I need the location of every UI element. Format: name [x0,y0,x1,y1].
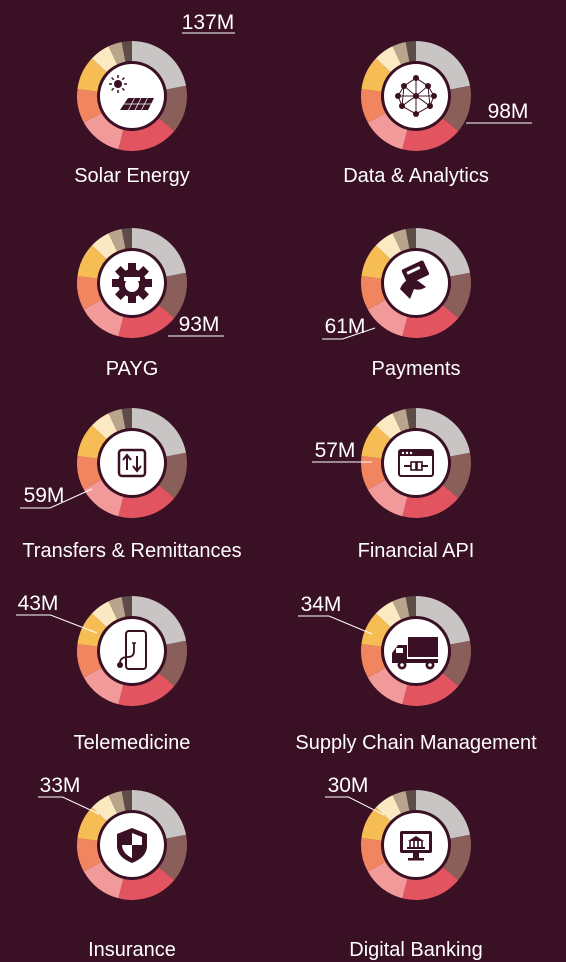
category-label: Transfers & Remittances [22,540,241,562]
donut-center [100,431,164,495]
donut-9: 33M Insurance [38,774,188,961]
value-label: 61M [325,315,366,338]
gear-icon [112,263,152,303]
donut-7: 43M Telemedicine [16,592,190,754]
value-label: 30M [328,774,369,797]
category-label: PAYG [106,358,159,380]
category-label: Financial API [358,540,475,562]
donut-2: 98M Data & Analytics [343,41,532,187]
donut-1: 137M Solar Energy [74,11,235,187]
donut-10: 30M Digital Banking [325,774,483,961]
value-label: 34M [301,593,342,616]
donut-5: 59M Transfers & Remittances [20,408,242,562]
category-label: Data & Analytics [343,165,489,187]
donut-center [100,64,164,128]
value-leader [298,615,373,635]
donut-center [100,619,164,683]
donut-8: 34M Supply Chain Management [295,593,537,754]
category-label: Insurance [88,939,176,961]
value-label: 137M [182,11,235,34]
category-label: Supply Chain Management [295,732,537,754]
donut-6: 57M Financial API [312,408,474,562]
donut-chart-grid: 137M Solar Energy 98M Data & Analytics 93M PA… [16,11,537,961]
category-label: Telemedicine [74,732,191,754]
value-label: 33M [40,774,81,797]
donut-4: 61M Payments [322,228,471,380]
donut-3: 93M PAYG [77,228,224,380]
value-label: 43M [18,592,59,615]
value-label: 98M [488,100,529,123]
value-label: 57M [315,439,356,462]
value-label: 59M [24,484,65,507]
value-label: 93M [179,313,220,336]
category-label: Digital Banking [349,939,482,961]
category-label: Payments [372,358,461,380]
category-label: Solar Energy [74,165,190,187]
